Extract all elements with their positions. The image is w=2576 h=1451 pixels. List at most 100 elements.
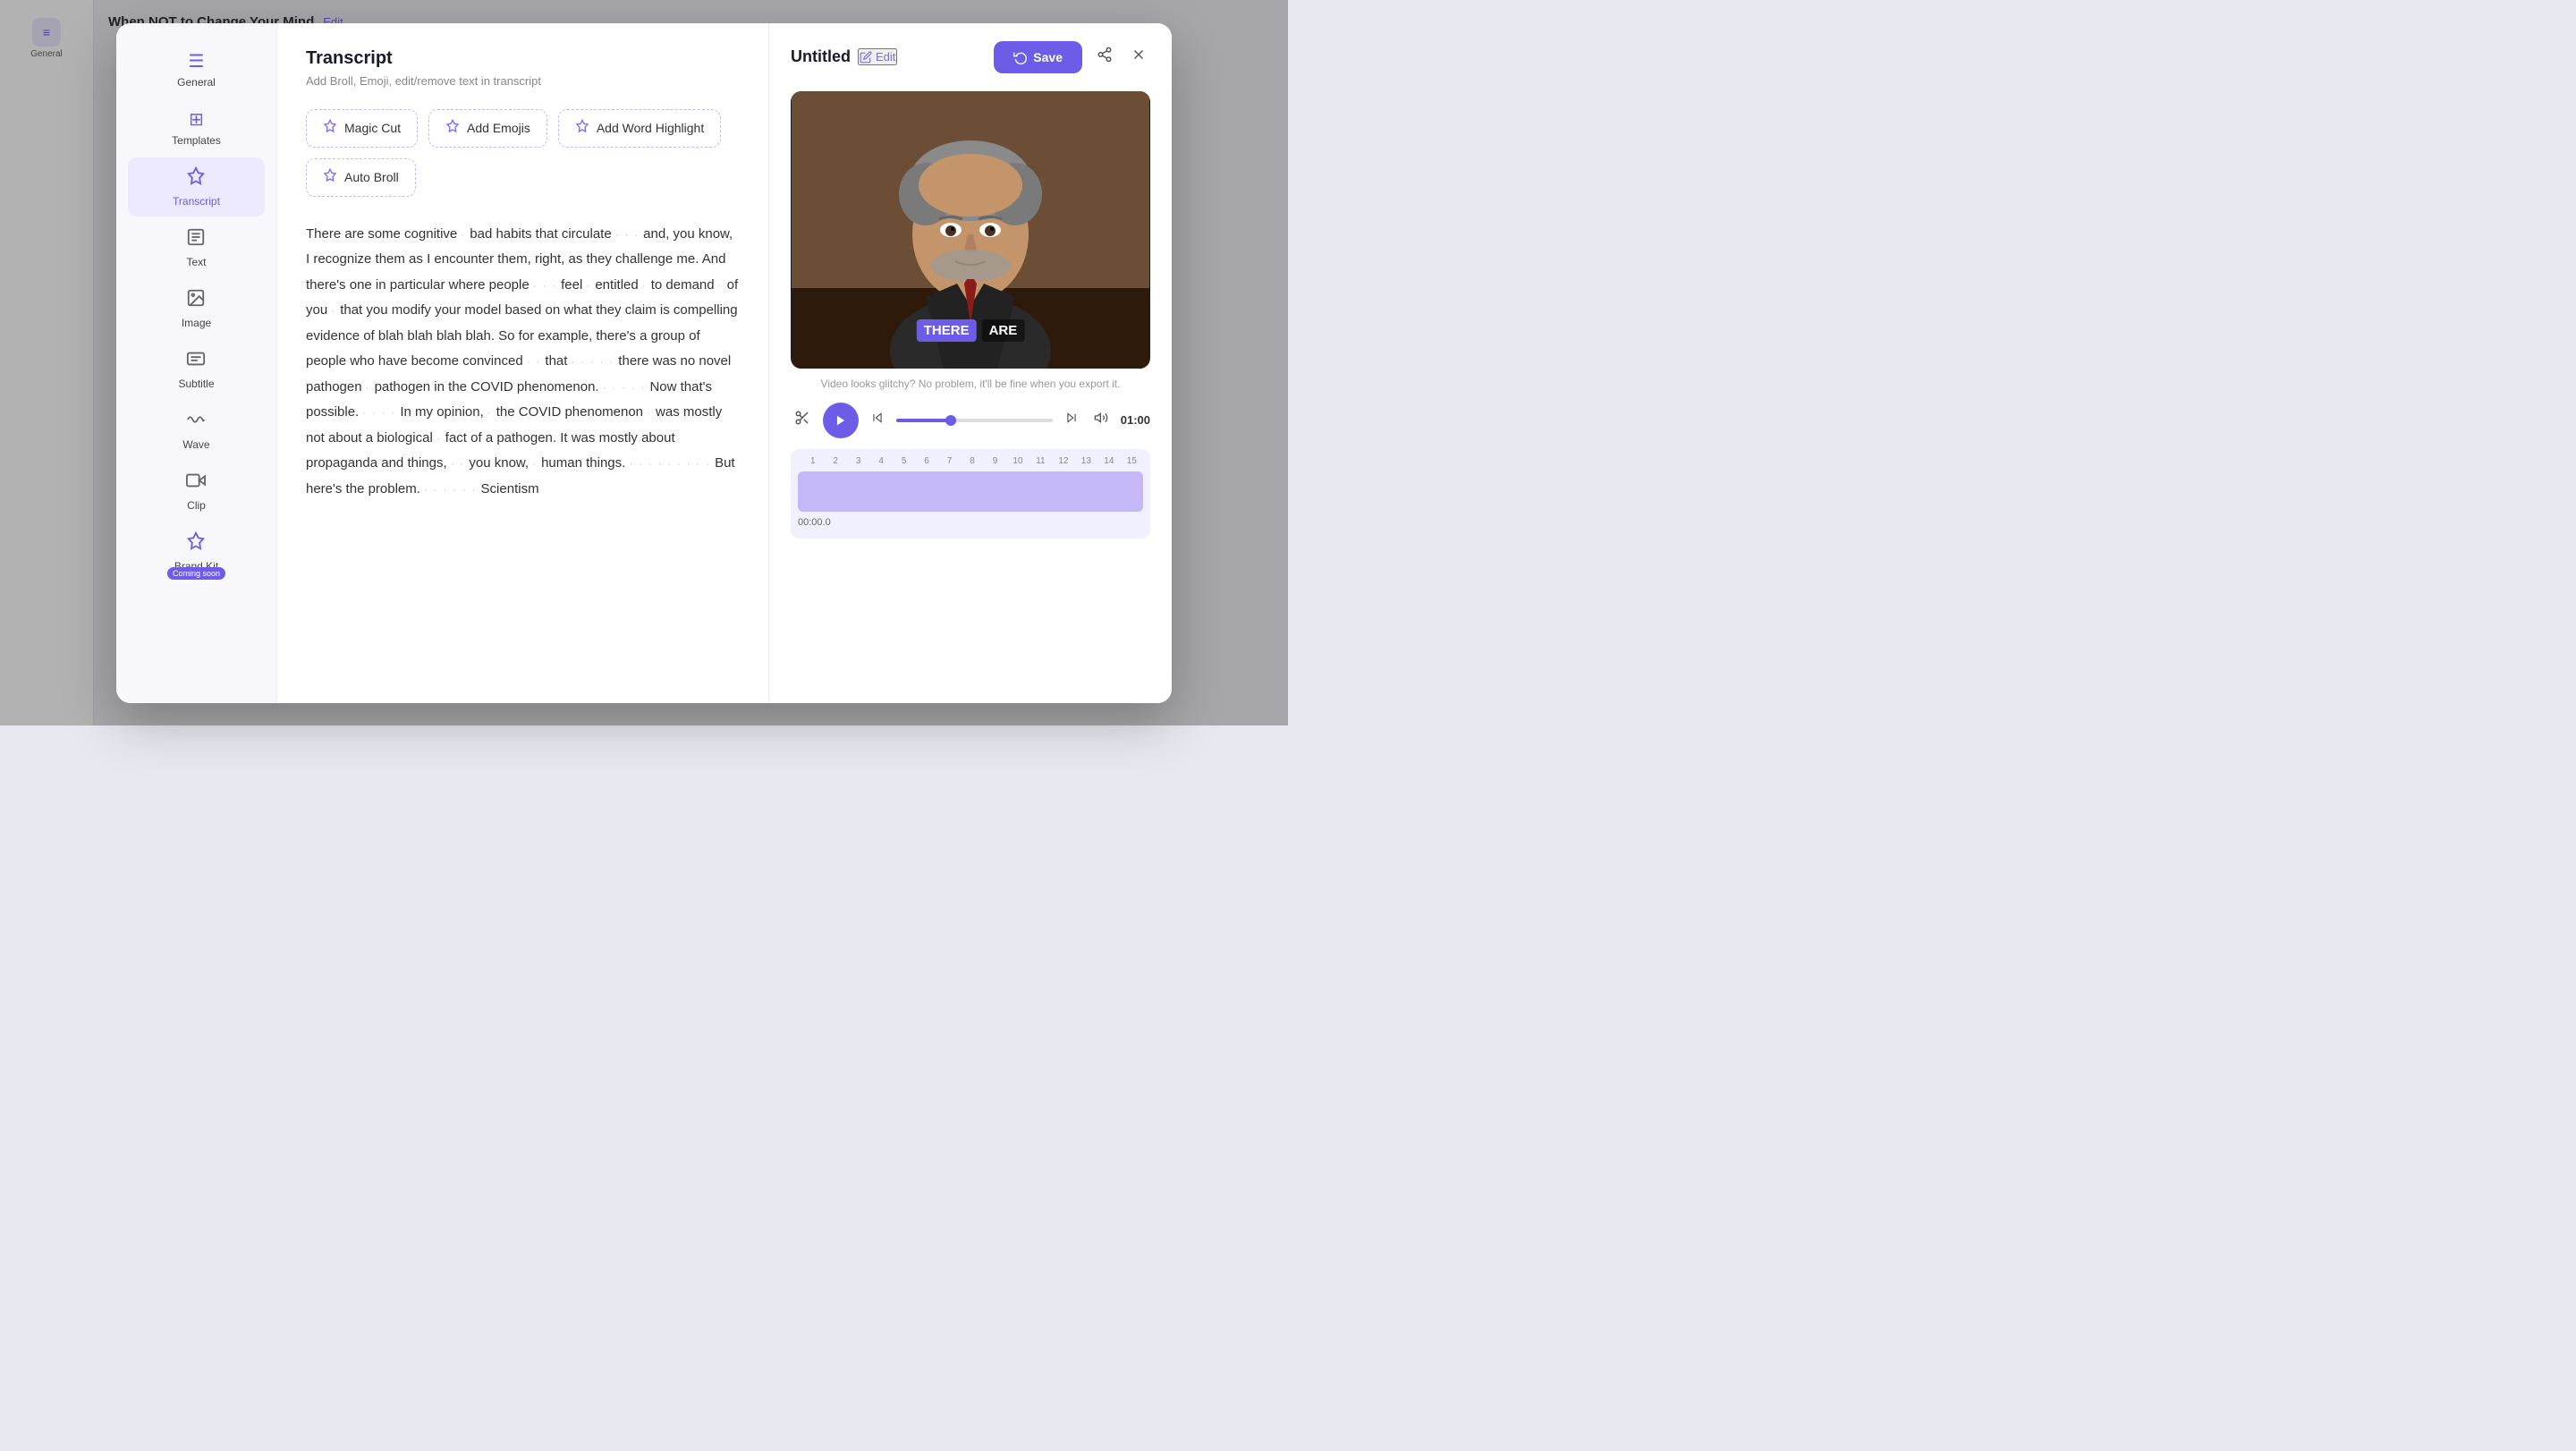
tick-1: 1	[801, 456, 824, 466]
video-preview: THERE ARE	[791, 91, 1150, 369]
tick-2: 2	[824, 456, 846, 466]
save-label: Save	[1033, 50, 1063, 64]
magic-cut-label: Magic Cut	[344, 121, 401, 135]
tick-9: 9	[984, 456, 1006, 466]
caption-word-there: THERE	[917, 319, 977, 342]
sidebar-label-subtitle: Subtitle	[178, 378, 214, 390]
play-button[interactable]	[823, 403, 859, 438]
sidebar-label-wave: Wave	[182, 438, 209, 451]
pause-dot: ·	[642, 281, 648, 292]
transcript-title: Transcript	[306, 48, 740, 69]
add-word-highlight-label: Add Word Highlight	[597, 121, 704, 135]
pause-dot: ·	[366, 383, 371, 394]
tick-7: 7	[938, 456, 961, 466]
tick-12: 12	[1052, 456, 1074, 466]
caption-word-are: ARE	[982, 319, 1025, 342]
sidebar-label-transcript: Transcript	[173, 195, 220, 208]
glitch-notice: Video looks glitchy? No problem, it'll b…	[791, 378, 1150, 390]
transcript-icon	[186, 166, 206, 191]
transcript-buttons: Magic Cut Add Emojis	[306, 109, 740, 197]
sidebar-item-brand-kit[interactable]: Brand Kit Coming soon	[128, 522, 264, 581]
preview-title: Untitled	[791, 47, 851, 66]
share-button[interactable]	[1093, 43, 1116, 71]
tick-10: 10	[1006, 456, 1029, 466]
modal-overlay: ☰ General ⊞ Templates Transcript	[0, 0, 1288, 726]
rewind-end-button[interactable]	[1062, 408, 1081, 432]
tick-13: 13	[1075, 456, 1097, 466]
wave-icon	[186, 410, 206, 435]
pause-dot: ·	[487, 408, 493, 419]
subtitle-icon	[186, 349, 206, 374]
magic-cut-icon	[323, 119, 337, 138]
text-icon	[186, 227, 206, 252]
scissors-button[interactable]	[791, 406, 814, 434]
tick-11: 11	[1030, 456, 1052, 466]
sidebar-item-clip[interactable]: Clip	[128, 462, 264, 521]
add-word-highlight-button[interactable]: Add Word Highlight	[558, 109, 721, 148]
rewind-start-button[interactable]	[868, 408, 887, 432]
sidebar-label-clip: Clip	[187, 499, 206, 512]
sidebar-label-general: General	[177, 76, 216, 89]
pause-dot: ·	[436, 434, 442, 445]
sidebar-label-templates: Templates	[172, 134, 221, 147]
progress-bar[interactable]	[896, 419, 1053, 422]
preview-actions: Save	[994, 41, 1150, 73]
tick-5: 5	[893, 456, 915, 466]
transcript-text-body: There are some cognitive · bad habits th…	[306, 222, 740, 503]
pause-dot: ·	[461, 230, 466, 241]
sidebar-item-text[interactable]: Text	[128, 218, 264, 277]
auto-broll-button[interactable]: Auto Broll	[306, 158, 416, 197]
tick-14: 14	[1097, 456, 1120, 466]
volume-button[interactable]	[1090, 407, 1112, 433]
sidebar-item-image[interactable]: Image	[128, 279, 264, 338]
pause-dot: · ·	[527, 357, 541, 368]
timeline-track[interactable]	[798, 471, 1143, 512]
tick-6: 6	[915, 456, 937, 466]
save-button[interactable]: Save	[994, 41, 1082, 73]
preview-header: Untitled Edit	[791, 41, 1150, 73]
image-icon	[186, 288, 206, 313]
clip-icon	[186, 471, 206, 496]
tick-4: 4	[869, 456, 892, 466]
progress-fill	[896, 419, 951, 422]
pause-dot: ·	[587, 281, 592, 292]
sidebar-item-transcript[interactable]: Transcript	[128, 157, 264, 216]
video-controls: 01:00	[791, 403, 1150, 438]
pause-dot: · ·	[451, 459, 465, 470]
pause-dot: ·	[718, 281, 724, 292]
brand-kit-icon	[186, 531, 206, 556]
templates-icon: ⊞	[189, 108, 204, 131]
time-display: 01:00	[1121, 413, 1150, 427]
coming-soon-badge: Coming soon	[167, 567, 225, 580]
sidebar-label-image: Image	[182, 317, 211, 329]
magic-cut-button[interactable]: Magic Cut	[306, 109, 418, 148]
general-icon: ☰	[189, 50, 205, 72]
preview-edit-button[interactable]: Edit	[858, 48, 897, 65]
timeline-area[interactable]: 1 2 3 4 5 6 7 8 9 10 11 12 13 14 15	[791, 449, 1150, 539]
video-caption: THERE ARE	[917, 319, 1025, 342]
sidebar-item-wave[interactable]: Wave	[128, 401, 264, 460]
add-emojis-icon	[445, 119, 460, 138]
tick-3: 3	[847, 456, 869, 466]
tick-8: 8	[961, 456, 983, 466]
progress-area[interactable]	[896, 419, 1053, 422]
edit-label: Edit	[876, 50, 895, 64]
add-emojis-button[interactable]: Add Emojis	[428, 109, 547, 148]
pause-dot: · · ·	[615, 230, 640, 241]
transcript-subtitle: Add Broll, Emoji, edit/remove text in tr…	[306, 74, 740, 88]
close-button[interactable]	[1127, 43, 1150, 71]
sidebar-label-text: Text	[186, 256, 206, 268]
word-highlight-icon	[575, 119, 589, 138]
pause-dot: · · ·	[533, 281, 557, 292]
pause-dot: · · · · · ·	[424, 485, 477, 496]
sidebar-item-general[interactable]: ☰ General	[128, 41, 264, 98]
tick-15: 15	[1121, 456, 1143, 466]
pause-dot: · · · ·	[362, 408, 396, 419]
pause-dot: · · · · ·	[603, 383, 647, 394]
transcript-modal: ☰ General ⊞ Templates Transcript	[116, 23, 1172, 703]
sidebar-item-subtitle[interactable]: Subtitle	[128, 340, 264, 399]
auto-broll-label: Auto Broll	[344, 170, 399, 184]
preview-title-area: Untitled Edit	[791, 47, 897, 66]
add-emojis-label: Add Emojis	[467, 121, 530, 135]
sidebar-item-templates[interactable]: ⊞ Templates	[128, 99, 264, 156]
